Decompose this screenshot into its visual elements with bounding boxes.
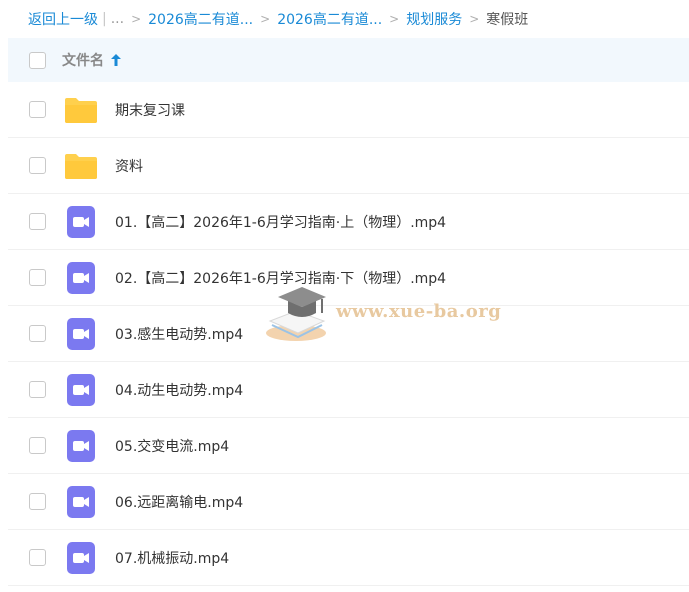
file-row[interactable]: 01.【高二】2026年1-6月学习指南·上（物理）.mp4 — [8, 194, 689, 250]
file-name[interactable]: 02.【高二】2026年1-6月学习指南·下（物理）.mp4 — [115, 268, 446, 288]
file-row[interactable]: 04.动生电动势.mp4 — [8, 362, 689, 418]
video-file-icon — [63, 541, 99, 574]
row-checkbox[interactable] — [29, 325, 46, 342]
folder-icon — [63, 94, 99, 126]
file-name[interactable]: 03.感生电动势.mp4 — [115, 324, 243, 344]
file-row[interactable]: 02.【高二】2026年1-6月学习指南·下（物理）.mp4 — [8, 250, 689, 306]
row-checkbox[interactable] — [29, 269, 46, 286]
file-row[interactable]: 资料 — [8, 138, 689, 194]
back-link[interactable]: 返回上一级 — [28, 9, 98, 29]
row-checkbox[interactable] — [29, 213, 46, 230]
file-name[interactable]: 06.远距离输电.mp4 — [115, 492, 243, 512]
folder-icon — [63, 150, 99, 182]
row-checkbox[interactable] — [29, 437, 46, 454]
breadcrumb-item[interactable]: 规划服务 — [406, 9, 462, 29]
breadcrumb-item[interactable]: 2026高二有道... — [148, 9, 253, 29]
row-checkbox[interactable] — [29, 493, 46, 510]
breadcrumb-divider: | — [102, 11, 107, 27]
file-row[interactable]: 06.远距离输电.mp4 — [8, 474, 689, 530]
row-checkbox[interactable] — [29, 157, 46, 174]
file-row[interactable]: 03.感生电动势.mp4 — [8, 306, 689, 362]
file-row[interactable]: 期末复习课 — [8, 82, 689, 138]
row-checkbox[interactable] — [29, 549, 46, 566]
video-file-icon — [63, 485, 99, 518]
breadcrumb-arrow: > — [389, 12, 400, 26]
breadcrumb-current: 寒假班 — [486, 12, 529, 28]
file-name[interactable]: 期末复习课 — [115, 100, 185, 120]
file-name[interactable]: 04.动生电动势.mp4 — [115, 380, 243, 400]
file-list-header: 文件名 — [8, 38, 689, 82]
column-header-filename[interactable]: 文件名 — [62, 50, 104, 70]
breadcrumb-arrow: > — [469, 12, 480, 26]
video-file-icon — [63, 317, 99, 350]
file-name[interactable]: 05.交变电流.mp4 — [115, 436, 229, 456]
breadcrumb-arrow: > — [260, 12, 271, 26]
select-all-checkbox[interactable] — [29, 51, 46, 69]
video-file-icon — [63, 429, 99, 462]
file-name[interactable]: 资料 — [115, 156, 143, 176]
file-name[interactable]: 07.机械振动.mp4 — [115, 548, 229, 568]
file-list: 期末复习课资料 01.【高二】2026年1-6月学习指南·上（物理）.mp4 02.… — [8, 82, 689, 586]
file-name[interactable]: 01.【高二】2026年1-6月学习指南·上（物理）.mp4 — [115, 212, 446, 232]
video-file-icon — [63, 261, 99, 294]
breadcrumb: 返回上一级 | ... > 2026高二有道... > 2026高二有道... … — [28, 0, 689, 38]
video-file-icon — [63, 373, 99, 406]
breadcrumb-ellipsis[interactable]: ... — [111, 11, 124, 27]
arrow-up-icon[interactable] — [111, 51, 121, 70]
video-file-icon — [63, 205, 99, 238]
file-row[interactable]: 07.机械振动.mp4 — [8, 530, 689, 586]
file-row[interactable]: 05.交变电流.mp4 — [8, 418, 689, 474]
row-checkbox[interactable] — [29, 381, 46, 398]
breadcrumb-item[interactable]: 2026高二有道... — [277, 9, 382, 29]
breadcrumb-arrow: > — [131, 12, 142, 26]
row-checkbox[interactable] — [29, 101, 46, 118]
